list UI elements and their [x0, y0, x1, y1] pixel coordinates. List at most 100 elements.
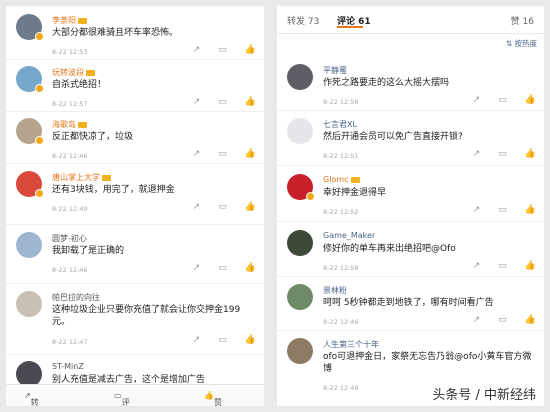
avatar[interactable] [287, 118, 313, 144]
comment-username[interactable]: 景林粉 [323, 285, 347, 296]
comment-text: 幸好押金退得早 [323, 188, 387, 198]
comment-time: 8-22 12:57 [52, 100, 88, 108]
vip-crown-icon [350, 176, 360, 183]
vip-crown-icon [78, 121, 87, 128]
comment-username[interactable]: 李荼阳 [52, 15, 87, 26]
comment-time: 8-22 12:46 [52, 152, 88, 160]
comment-icon[interactable]: ▭ [218, 149, 227, 159]
like-icon[interactable]: 👍 [245, 263, 256, 273]
like-icon[interactable]: 👍 [245, 149, 256, 159]
comment-icon[interactable]: ▭ [218, 335, 227, 345]
comment-username[interactable]: 唐山掌上大学 [52, 172, 111, 183]
avatar[interactable] [287, 230, 313, 256]
comment-text: 自杀式绝招！ [52, 80, 107, 90]
comment-username[interactable]: Glomc [323, 175, 360, 184]
divider [277, 110, 544, 111]
like-icon[interactable]: 👍 [525, 261, 536, 271]
divider [277, 276, 544, 277]
comment-time: 8-22 12:48 [323, 384, 359, 392]
share-icon[interactable]: ↗ [193, 97, 201, 107]
comment-text: ofo可退押金日，家祭无忘告乃翁@ofo小黄车官方微博 [323, 352, 532, 374]
avatar[interactable] [287, 64, 313, 90]
comment-time: 8-22 12:53 [52, 48, 88, 56]
share-icon[interactable]: ↗ [193, 335, 201, 345]
divider [277, 330, 544, 331]
comment-text: 大部分都很难骑且坏车率恐怖。 [52, 28, 179, 38]
divider [6, 59, 264, 60]
tab-bar: 转发 73 评论 61 赞 16 [277, 6, 544, 34]
comment-username[interactable]: 七言君XL [323, 119, 357, 130]
comment-icon[interactable]: ▭ [498, 95, 507, 105]
comment-username[interactable]: 玩转波段 [52, 67, 95, 78]
avatar[interactable] [287, 338, 313, 364]
vip-crown-icon [86, 69, 95, 76]
comment-text: 反正都快凉了，垃圾 [52, 132, 134, 142]
divider [6, 111, 264, 112]
like-icon[interactable]: 👍 [245, 97, 256, 107]
share-icon[interactable]: ↗ [473, 149, 481, 159]
divider [277, 165, 544, 166]
comment-username[interactable]: 海歌岛 [52, 119, 87, 130]
like-icon[interactable]: 👍 [525, 205, 536, 215]
comment-icon[interactable]: ▭ [218, 263, 227, 273]
avatar[interactable] [287, 284, 313, 310]
like-icon[interactable]: 👍 [525, 95, 536, 105]
comment-username[interactable]: Game_Maker [323, 231, 375, 240]
comment-icon[interactable]: ▭ [498, 205, 507, 215]
like-icon[interactable]: 👍 [525, 315, 536, 325]
vip-crown-icon [102, 174, 111, 181]
sort-by-hot[interactable]: ⇅ 按热度 [506, 38, 537, 49]
divider [6, 163, 264, 164]
comment-time: 8-22 12:46 [323, 318, 359, 326]
like-icon[interactable]: 👍 [245, 335, 256, 345]
comment-username[interactable]: 帕巴拉的向往 [52, 292, 100, 303]
comment-text: 作死之路要走的这么大摇大摆吗 [323, 78, 450, 88]
comment-icon[interactable]: ▭ [498, 315, 507, 325]
share-icon[interactable]: ↗ [473, 205, 481, 215]
comment-time: 8-22 12:46 [52, 266, 88, 274]
comment-icon[interactable]: ▭ [218, 97, 227, 107]
comment-text: 然后开通会员可以免广告直接开锁? [323, 132, 463, 142]
share-icon[interactable]: ↗ [473, 315, 481, 325]
comment-username[interactable]: ST-MinZ [52, 362, 84, 371]
comment-button[interactable]: ▭ 评论 [114, 391, 130, 406]
active-tab-indicator [337, 26, 363, 28]
share-icon[interactable]: ↗ [193, 202, 201, 212]
comment-time: 8-22 12:47 [52, 338, 88, 346]
watermark: 头条号 / 中新经纬 [428, 383, 540, 404]
comment-time: 8-22 12:58 [323, 264, 359, 272]
comment-icon[interactable]: ▭ [498, 149, 507, 159]
avatar[interactable] [16, 232, 42, 258]
comment-text: 还有3块钱，用完了，就退押金 [52, 185, 175, 195]
verified-badge-icon [35, 136, 44, 145]
avatar[interactable] [16, 291, 42, 317]
tab-like[interactable]: 赞 16 [511, 14, 534, 27]
like-icon[interactable]: 👍 [245, 202, 256, 212]
verified-badge-icon [35, 32, 44, 41]
comment-icon[interactable]: ▭ [218, 45, 227, 55]
comment-username[interactable]: 平静蜜 [323, 65, 347, 76]
divider [277, 221, 544, 222]
share-icon[interactable]: ↗ [473, 261, 481, 271]
verified-badge-icon [306, 192, 315, 201]
like-button[interactable]: 👍 赞 [204, 391, 222, 406]
repost-button[interactable]: ↗ 转发 [24, 391, 39, 406]
like-icon[interactable]: 👍 [525, 149, 536, 159]
comment-icon[interactable]: ▭ [218, 202, 227, 212]
comment-text: 我卸载了是正确的 [52, 246, 125, 256]
tab-repost[interactable]: 转发 73 [287, 14, 319, 27]
left-comment-panel: 李荼阳 大部分都很难骑且坏车率恐怖。 8-22 12:53 ↗ ▭ 👍 玩转波段 自… [6, 6, 264, 406]
comment-username[interactable]: 圆梦-初心 [52, 233, 87, 244]
like-icon[interactable]: 👍 [245, 45, 256, 55]
comment-username[interactable]: 人生第三个十年 [323, 339, 379, 350]
comment-time: 8-22 12:58 [323, 98, 359, 106]
share-icon[interactable]: ↗ [193, 45, 201, 55]
share-icon[interactable]: ↗ [193, 149, 201, 159]
vip-crown-icon [78, 17, 87, 24]
share-icon[interactable]: ↗ [473, 95, 481, 105]
comment-text: 修好你的单车再来出绝招吧@Ofo [323, 244, 456, 254]
comment-icon[interactable]: ▭ [498, 261, 507, 271]
verified-badge-icon [35, 84, 44, 93]
share-icon[interactable]: ↗ [193, 263, 201, 273]
comment-time: 8-22 12:49 [52, 205, 88, 213]
